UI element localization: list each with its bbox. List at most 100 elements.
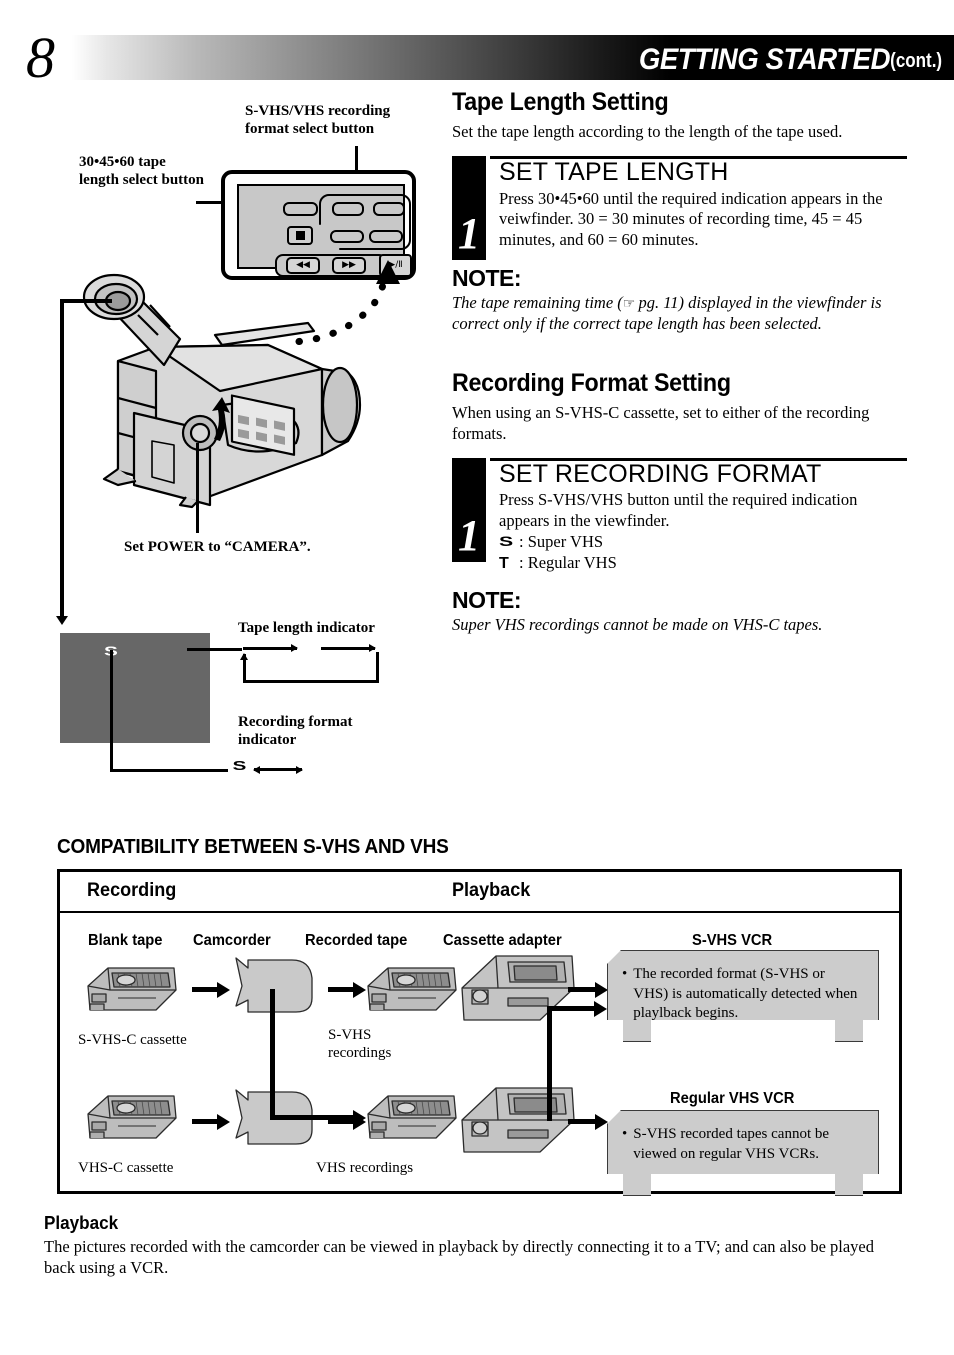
recording-format-step: 1 SET RECORDING FORMAT Press S-VHS/VHS b… (452, 457, 907, 574)
label-tape-length-button: 30•45•60 tape length select button (79, 154, 204, 189)
stop-square-icon (295, 231, 305, 240)
flow-arrow-2 (328, 987, 354, 992)
branch-arrow-to-vhs-row (270, 1115, 354, 1120)
pointing-hand-icon: ☞ (622, 296, 636, 312)
cassette-adapter-icon-2 (461, 1087, 575, 1153)
left-illustration-column: S-VHS/VHS recording format select button… (0, 88, 452, 808)
column-header-cassette-adapter: Cassette adapter (443, 932, 562, 949)
page-number: 8 (26, 25, 55, 90)
tape-length-cycle-diagram (243, 644, 393, 688)
note-body-2: Super VHS recordings cannot be made on V… (452, 615, 823, 635)
note-text-pre: The tape remaining time ( (452, 292, 623, 312)
flow-arrow-5 (192, 1119, 218, 1124)
camcorder-illustration (82, 273, 362, 509)
leader-arrow-down (52, 608, 72, 624)
tape-length-section-title: Tape Length Setting (452, 88, 669, 116)
caption-vhsc-cassette: VHS-C cassette (78, 1160, 174, 1176)
panel-button-4[interactable] (330, 230, 364, 243)
panel-button-3[interactable] (373, 202, 405, 216)
format-regular-vhs-label: : Regular VHS (519, 552, 617, 572)
cycle-arrow-1 (243, 647, 297, 650)
panel-button-2[interactable] (332, 202, 364, 216)
svhs-recorded-cassette-icon (367, 967, 457, 1011)
flow-arrow-1 (192, 987, 218, 992)
right-column: Tape Length Setting Set the tape length … (452, 88, 907, 636)
cycle-right-riser (376, 652, 379, 682)
svhs-vhs-select-button[interactable] (369, 230, 403, 243)
svhsc-cassette-icon (87, 967, 177, 1011)
leader-line-eyepiece (60, 299, 112, 303)
branch-arrow-to-svhs-bubble (547, 1006, 595, 1011)
step-number-badge: 1 (452, 156, 486, 261)
callout-regular-vhs-vcr: • S-VHS recorded tapes cannot be viewed … (607, 1110, 879, 1196)
playback-title: Playback (44, 1213, 119, 1233)
t-glyph: T (499, 554, 509, 572)
step-divider-rule-2 (490, 457, 907, 461)
cassette-adapter-icon-1 (461, 955, 575, 1021)
playback-section: Playback The pictures recorded with the … (44, 1213, 910, 1279)
cycle-return-line (243, 680, 379, 683)
table-header-recording: Recording (87, 880, 177, 901)
leader-line-tape-length-indicator (187, 648, 242, 651)
branch-line-vertical-left (270, 989, 275, 1117)
caption-svhs-recordings: S-VHS recordings (328, 1026, 391, 1062)
note-body-1: The tape remaining time (☞ pg. 11) displ… (452, 293, 907, 335)
page-header: 8 GETTING STARTED (cont.) (0, 29, 954, 87)
caption-line-2: recordings (328, 1045, 392, 1061)
manual-page: 8 GETTING STARTED (cont.) Tape Length Se… (0, 0, 954, 1355)
step-heading-2: SET RECORDING FORMAT (499, 459, 822, 488)
page-title: GETTING STARTED (638, 43, 891, 76)
note-label-1: NOTE: (452, 264, 522, 291)
note-label-2: NOTE: (452, 587, 522, 614)
flow-arrow-4 (568, 987, 596, 992)
s-vhs-logo-glyph: S (499, 533, 513, 550)
flow-arrow-8 (568, 1119, 596, 1124)
callout-regular-vhs-vcr-text: S-VHS recorded tapes cannot be viewed on… (633, 1126, 830, 1162)
callout-svhs-vcr-text: The recorded format (S-VHS or VHS) is au… (633, 966, 858, 1021)
playback-body: The pictures recorded with the camcorder… (44, 1237, 874, 1278)
cycle-arrow-2 (321, 647, 375, 650)
step-instruction-text-2: Press S-VHS/VHS button until the require… (499, 490, 858, 531)
stop-button[interactable] (287, 226, 313, 245)
format-toggle-arrow (254, 768, 302, 771)
label-tape-length-indicator: Tape length indicator (238, 620, 375, 636)
caption-vhs-recordings: VHS recordings (316, 1160, 414, 1176)
compatibility-table: Recording Playback Blank tape Camcorder … (57, 869, 902, 1194)
column-header-blank-tape: Blank tape (88, 932, 163, 949)
format-option-super-vhs: S : Super VHS (499, 532, 907, 553)
panel-inner-face: ◀◀ ▶▶ ▶/Ⅱ (237, 184, 412, 277)
caption-svhsc-cassette: S-VHS-C cassette (78, 1032, 187, 1048)
caption-line-1: S-VHS (328, 1027, 372, 1043)
vhsc-cassette-icon (87, 1095, 177, 1139)
format-indicator-glyph: S (232, 759, 247, 774)
callout-svhs-vcr: • The recorded format (S-VHS or VHS) is … (607, 950, 879, 1042)
format-option-regular-vhs: T : Regular VHS (499, 553, 907, 574)
tape-length-step: 1 SET TAPE LENGTH Press 30•45•60 until t… (452, 156, 907, 261)
column-header-svhs-vcr: S-VHS VCR (692, 932, 773, 949)
label-set-power: Set POWER to “CAMERA”. (124, 539, 311, 555)
column-header-regular-vhs-vcr: Regular VHS VCR (670, 1090, 795, 1107)
format-indicator-sample: S (232, 758, 247, 776)
cycle-left-riser (243, 654, 246, 682)
bullet-icon-2: • (622, 1126, 628, 1142)
step-divider-rule (490, 156, 907, 160)
leader-line-power-dial (196, 443, 199, 533)
compatibility-title: COMPATIBILITY BETWEEN S-VHS AND VHS (57, 836, 449, 858)
step-number-badge-2: 1 (452, 457, 486, 562)
column-header-camcorder: Camcorder (193, 932, 271, 949)
leader-line-format-horizontal (110, 769, 228, 772)
vhs-recorded-cassette-icon (367, 1095, 457, 1139)
step-instruction-text: Press 30•45•60 until the required indica… (499, 188, 883, 250)
tape-length-select-button[interactable] (283, 202, 318, 216)
tape-length-intro: Set the tape length according to the len… (452, 122, 843, 141)
camcorder-shape-icon-1 (235, 957, 313, 1013)
column-header-recorded-tape: Recorded tape (305, 932, 408, 949)
recording-format-intro: When using an S-VHS-C cassette, set to e… (452, 402, 870, 443)
step-heading: SET TAPE LENGTH (499, 158, 729, 187)
page-title-continued: (cont.) (890, 50, 942, 72)
label-recording-format-indicator: Recording format indicator (238, 714, 353, 749)
branch-line-vertical-right (547, 1009, 552, 1121)
recording-format-section-title: Recording Format Setting (452, 368, 731, 397)
label-svhs-vhs-button: S-VHS/VHS recording format select button (245, 103, 391, 138)
bullet-icon-1: • (622, 966, 628, 982)
